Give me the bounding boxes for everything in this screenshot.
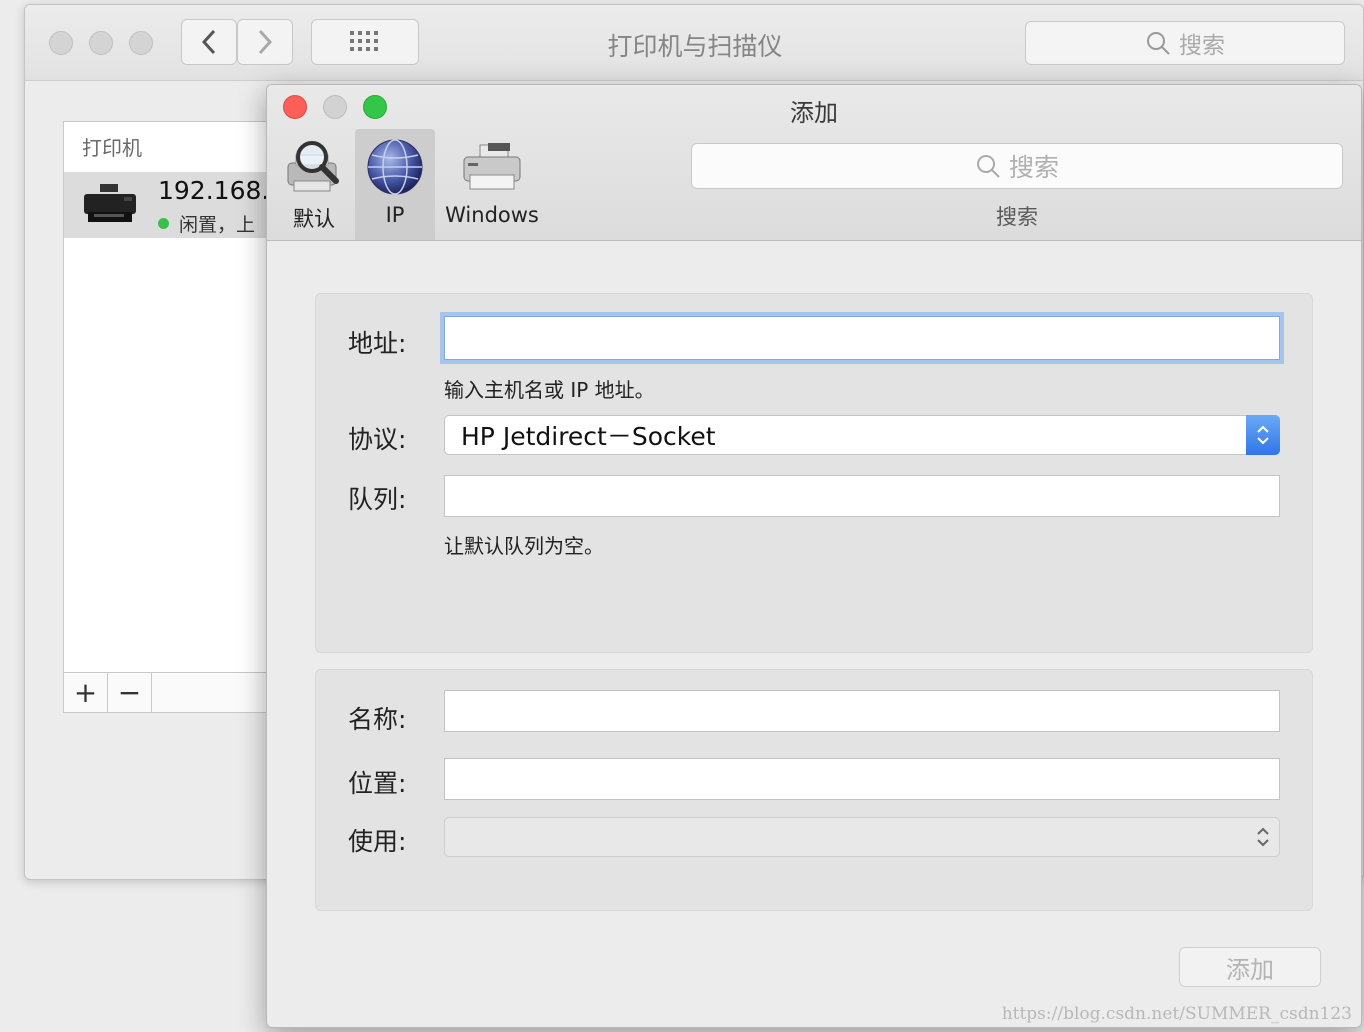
tab-ip[interactable]: IP [355,129,435,240]
search-icon [976,155,1000,178]
use-label: 使用: [348,827,407,856]
add-window-title: 添加 [790,99,838,127]
tab-default-label: 默认 [293,207,335,231]
protocol-label: 协议: [348,425,407,454]
printer-icon [84,184,136,222]
bg-zoom-button[interactable] [129,31,153,55]
status-dot-icon [158,218,169,229]
tab-default[interactable]: 默认 [277,129,351,240]
bg-search-field[interactable]: 搜索 [1025,21,1345,65]
tab-windows-label: Windows [445,203,539,227]
chevron-right-icon [258,29,273,55]
bg-minimize-button[interactable] [89,31,113,55]
address-hint: 输入主机名或 IP 地址。 [444,378,655,402]
queue-field[interactable] [444,475,1280,517]
printer-status: 闲置，上 [158,210,255,237]
add-button[interactable]: 添加 [1179,947,1321,987]
add-printer-button[interactable]: + [64,673,108,712]
connection-group: 地址: 输入主机名或 IP 地址。 协议: HP Jetdirect－Socke… [315,293,1313,653]
address-field[interactable] [444,316,1280,360]
name-field[interactable] [444,690,1280,732]
protocol-select[interactable]: HP Jetdirect－Socket [444,415,1280,455]
grid-icon [350,31,378,51]
bg-titlebar: 打印机与扫描仪 搜索 [25,5,1363,81]
show-all-button[interactable] [311,19,419,65]
chevron-left-icon [201,29,216,55]
queue-hint: 让默认队列为空。 [444,534,604,558]
search-icon [1147,32,1170,55]
windows-printer-icon [463,143,521,190]
tab-windows[interactable]: Windows [439,129,545,240]
location-field[interactable] [444,758,1280,800]
bg-close-button[interactable] [49,31,73,55]
use-select[interactable] [444,817,1280,857]
remove-printer-button[interactable]: − [108,673,152,712]
updown-arrows-icon [1246,817,1280,857]
name-label: 名称: [348,705,407,734]
toolbar-search-placeholder: 搜索 [1008,153,1059,182]
add-printer-window: 添加 默认 IP Windows 搜索 搜索 地址: 输入主机名或 IP 地址。… [266,84,1362,1028]
watermark: https://blog.csdn.net/SUMMER_csdn123 [1001,1004,1352,1024]
updown-arrows-icon [1246,415,1280,455]
ip-globe-icon [367,139,423,195]
address-label: 地址: [348,329,407,358]
printer-info-group: 名称: 位置: 使用: [315,669,1313,911]
default-printer-icon [287,141,339,192]
location-label: 位置: [348,769,407,798]
printer-status-text: 闲置，上 [179,214,256,236]
back-button[interactable] [181,19,237,65]
bg-search-placeholder: 搜索 [1179,33,1225,59]
protocol-value: HP Jetdirect－Socket [461,422,716,451]
tab-ip-label: IP [385,203,405,227]
window-title: 打印机与扫描仪 [607,32,783,61]
forward-button[interactable] [237,19,293,65]
queue-label: 队列: [348,485,407,514]
add-toolbar: 添加 默认 IP Windows 搜索 搜索 [267,85,1361,241]
toolbar-search-caption: 搜索 [996,205,1038,229]
toolbar-search-field[interactable]: 搜索 [691,143,1343,189]
